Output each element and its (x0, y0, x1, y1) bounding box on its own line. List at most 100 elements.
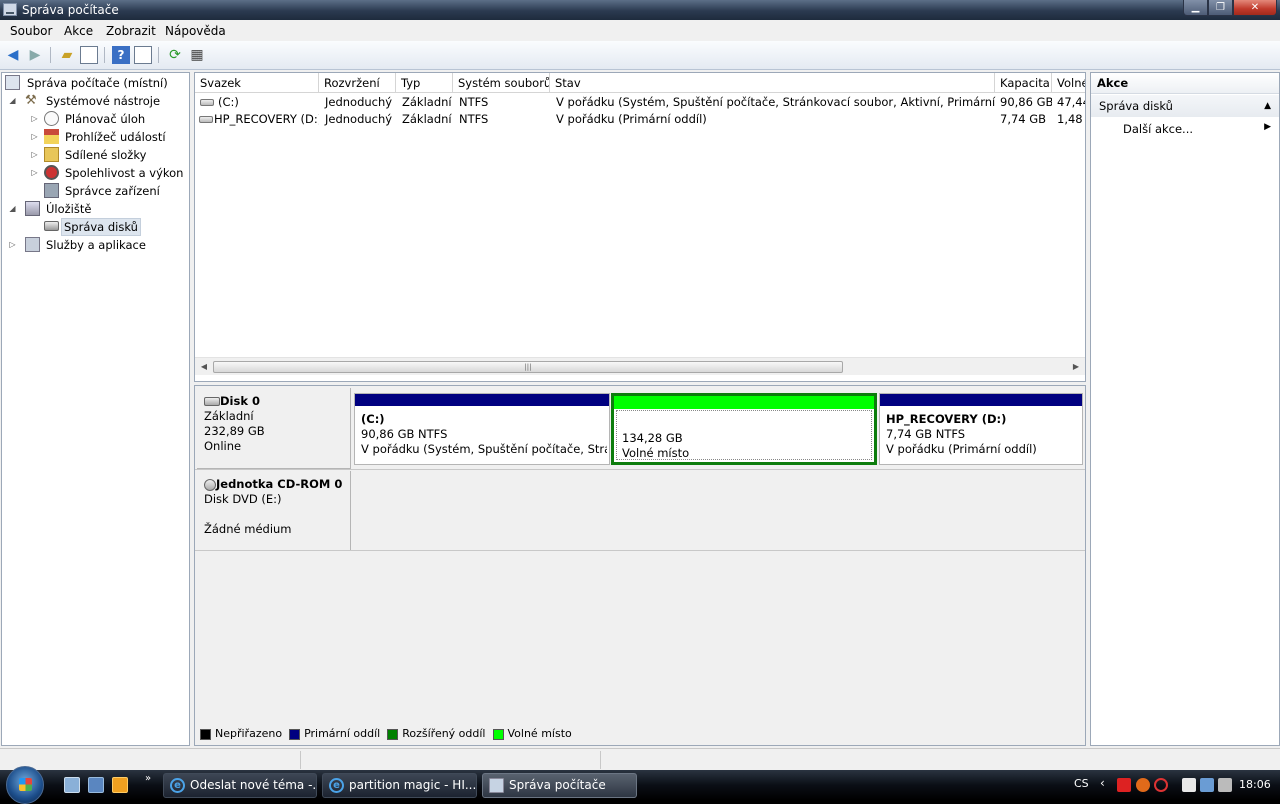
column-header-status[interactable]: Stav (550, 73, 995, 93)
properties-icon[interactable]: ▦ (188, 46, 206, 64)
collapse-arrow-icon[interactable]: ◢ (8, 200, 17, 218)
toolbar-separator (158, 47, 159, 63)
quick-launch-overflow-icon[interactable]: » (145, 773, 151, 784)
capacity-cell: 90,86 GB (1000, 95, 1052, 109)
taskbar-button-browser-1[interactable]: e Odeslat nové téma -... (163, 773, 317, 798)
expand-arrow-icon[interactable]: ▷ (30, 164, 39, 182)
scroll-right-arrow-icon[interactable]: ▶ (1069, 360, 1083, 374)
status-cell: V pořádku (Systém, Spuštění počítače, St… (556, 95, 996, 109)
column-header-capacity[interactable]: Kapacita (995, 73, 1052, 93)
media-player-icon[interactable] (112, 777, 128, 793)
collapse-up-icon[interactable]: ▲ (1264, 95, 1271, 117)
partition-free-space[interactable]: 134,28 GB Volné místo (611, 393, 877, 465)
language-indicator[interactable]: CS (1074, 777, 1089, 790)
partition-size: 90,86 GB NTFS (361, 427, 448, 441)
internet-explorer-icon: e (329, 778, 344, 793)
disk-row-separator (195, 550, 1085, 551)
volume-list: Svazek Rozvržení Typ Systém souborů Stav… (194, 72, 1086, 382)
file-system-cell: NTFS (459, 95, 489, 109)
partition-d-text: HP_RECOVERY (D:) 7,74 GB NTFS V pořádku … (886, 412, 1080, 457)
close-button[interactable]: ✕ (1233, 0, 1277, 16)
menu-file[interactable]: Soubor (10, 24, 52, 38)
more-actions-link[interactable]: Další akce... (1123, 121, 1193, 138)
taskbar-button-browser-2[interactable]: e partition magic - HI... (322, 773, 477, 798)
disk-name: Jednotka CD-ROM 0 (216, 477, 343, 491)
title-bar[interactable]: Správa počítače ▁ ❐ ✕ (0, 0, 1280, 20)
cdrom-0-label[interactable]: Jednotka CD-ROM 0 Disk DVD (E:) Žádné mé… (197, 471, 351, 551)
show-hide-tree-icon[interactable] (80, 46, 98, 64)
expand-arrow-icon[interactable]: ▷ (8, 236, 17, 254)
console-tree: Správa počítače (místní) ◢ ⚒ Systémové n… (1, 72, 190, 746)
caption-buttons: ▁ ❐ ✕ (1183, 0, 1277, 17)
partition-size: 7,74 GB NTFS (886, 427, 966, 441)
tray-expand-icon[interactable]: ‹ (1100, 776, 1105, 790)
volume-row[interactable]: (C:) Jednoduchý Základní NTFS V pořádku … (195, 94, 1085, 111)
maximize-button[interactable]: ❐ (1208, 0, 1233, 16)
disk-state: Žádné médium (204, 522, 292, 536)
expand-arrow-icon[interactable]: ▷ (30, 128, 39, 146)
scroll-left-arrow-icon[interactable]: ◀ (197, 360, 211, 374)
status-segment (600, 751, 601, 769)
column-header-layout[interactable]: Rozvržení (319, 73, 396, 93)
show-hide-action-pane-icon[interactable] (134, 46, 152, 64)
power-icon[interactable] (1182, 778, 1196, 792)
internet-explorer-icon: e (170, 778, 185, 793)
free-cell: 47,44 (1057, 95, 1085, 109)
antivirus-icon[interactable] (1154, 778, 1168, 792)
column-header-type[interactable]: Typ (396, 73, 453, 93)
disk-size: 232,89 GB (204, 424, 265, 438)
partition-status: V pořádku (Systém, Spuštění počítače, St… (361, 442, 607, 456)
switch-windows-icon[interactable] (88, 777, 104, 793)
partition-status: Volné místo (622, 446, 690, 460)
menu-action[interactable]: Akce (64, 24, 93, 38)
help-icon[interactable]: ? (112, 46, 130, 64)
column-header-file-system[interactable]: Systém souborů (453, 73, 550, 93)
volume-list-header: Svazek Rozvržení Typ Systém souborů Stav… (195, 73, 1085, 93)
disk-graphical-view: Disk 0 Základní 232,89 GB Online (C:) 90… (194, 385, 1086, 746)
minimize-button[interactable]: ▁ (1183, 0, 1208, 16)
volume-icon[interactable] (1218, 778, 1232, 792)
event-viewer-icon (44, 129, 59, 144)
show-desktop-icon[interactable] (64, 777, 80, 793)
action-pane-title: Akce (1091, 73, 1279, 94)
tools-icon: ⚒ (25, 93, 37, 108)
drive-icon (199, 116, 213, 123)
expand-arrow-icon[interactable]: ▷ (30, 110, 39, 128)
back-arrow-icon[interactable]: ◀ (4, 46, 22, 64)
column-header-volume[interactable]: Svazek (195, 73, 319, 93)
menu-help[interactable]: Nápověda (165, 24, 226, 38)
tray-app-icon[interactable] (1136, 778, 1150, 792)
action-section-disk-management[interactable]: Správa disků ▲ (1091, 95, 1279, 117)
horizontal-scrollbar[interactable]: ◀ ||| ▶ (195, 357, 1085, 375)
volume-row[interactable]: HP_RECOVERY (D:) Jednoduchý Základní NTF… (195, 111, 1085, 128)
refresh-icon[interactable]: ⟳ (166, 46, 184, 64)
free-cell: 1,48 ( (1057, 112, 1085, 126)
network-icon[interactable] (1200, 778, 1214, 792)
disk-0-label[interactable]: Disk 0 Základní 232,89 GB Online (197, 388, 351, 469)
window-title: Správa počítače (22, 3, 119, 17)
column-header-free[interactable]: Volné (1052, 73, 1085, 93)
taskbar-button-computer-management[interactable]: Správa počítače (482, 773, 637, 798)
up-folder-icon[interactable]: ▰ (58, 46, 76, 64)
collapse-arrow-icon[interactable]: ◢ (8, 92, 17, 110)
legend-unallocated: Nepřiřazeno (200, 726, 282, 742)
legend: Nepřiřazeno Primární oddíl Rozšířený odd… (200, 726, 573, 742)
clock[interactable]: 18:06 (1239, 778, 1271, 791)
partition-hp-recovery[interactable]: HP_RECOVERY (D:) 7,74 GB NTFS V pořádku … (879, 393, 1083, 465)
menu-view[interactable]: Zobrazit (106, 24, 156, 38)
shared-folder-icon (44, 147, 59, 162)
scrollbar-thumb[interactable]: ||| (213, 361, 843, 373)
submenu-arrow-icon: ▶ (1264, 122, 1271, 132)
storage-icon (25, 201, 40, 216)
forward-arrow-icon[interactable]: ▶ (26, 46, 44, 64)
menu-bar: Soubor Akce Zobrazit Nápověda (0, 20, 1280, 41)
free-space-bar (614, 396, 874, 409)
start-button[interactable] (6, 766, 44, 804)
expand-arrow-icon[interactable]: ▷ (30, 146, 39, 164)
legend-extended: Rozšířený oddíl (387, 726, 486, 742)
partition-c[interactable]: (C:) 90,86 GB NTFS V pořádku (Systém, Sp… (354, 393, 610, 465)
cd-drive-icon (204, 478, 216, 491)
action-pane: Akce Správa disků ▲ Další akce... ▶ (1090, 72, 1280, 746)
toolbar-separator (104, 47, 105, 63)
ati-icon[interactable] (1117, 778, 1131, 792)
